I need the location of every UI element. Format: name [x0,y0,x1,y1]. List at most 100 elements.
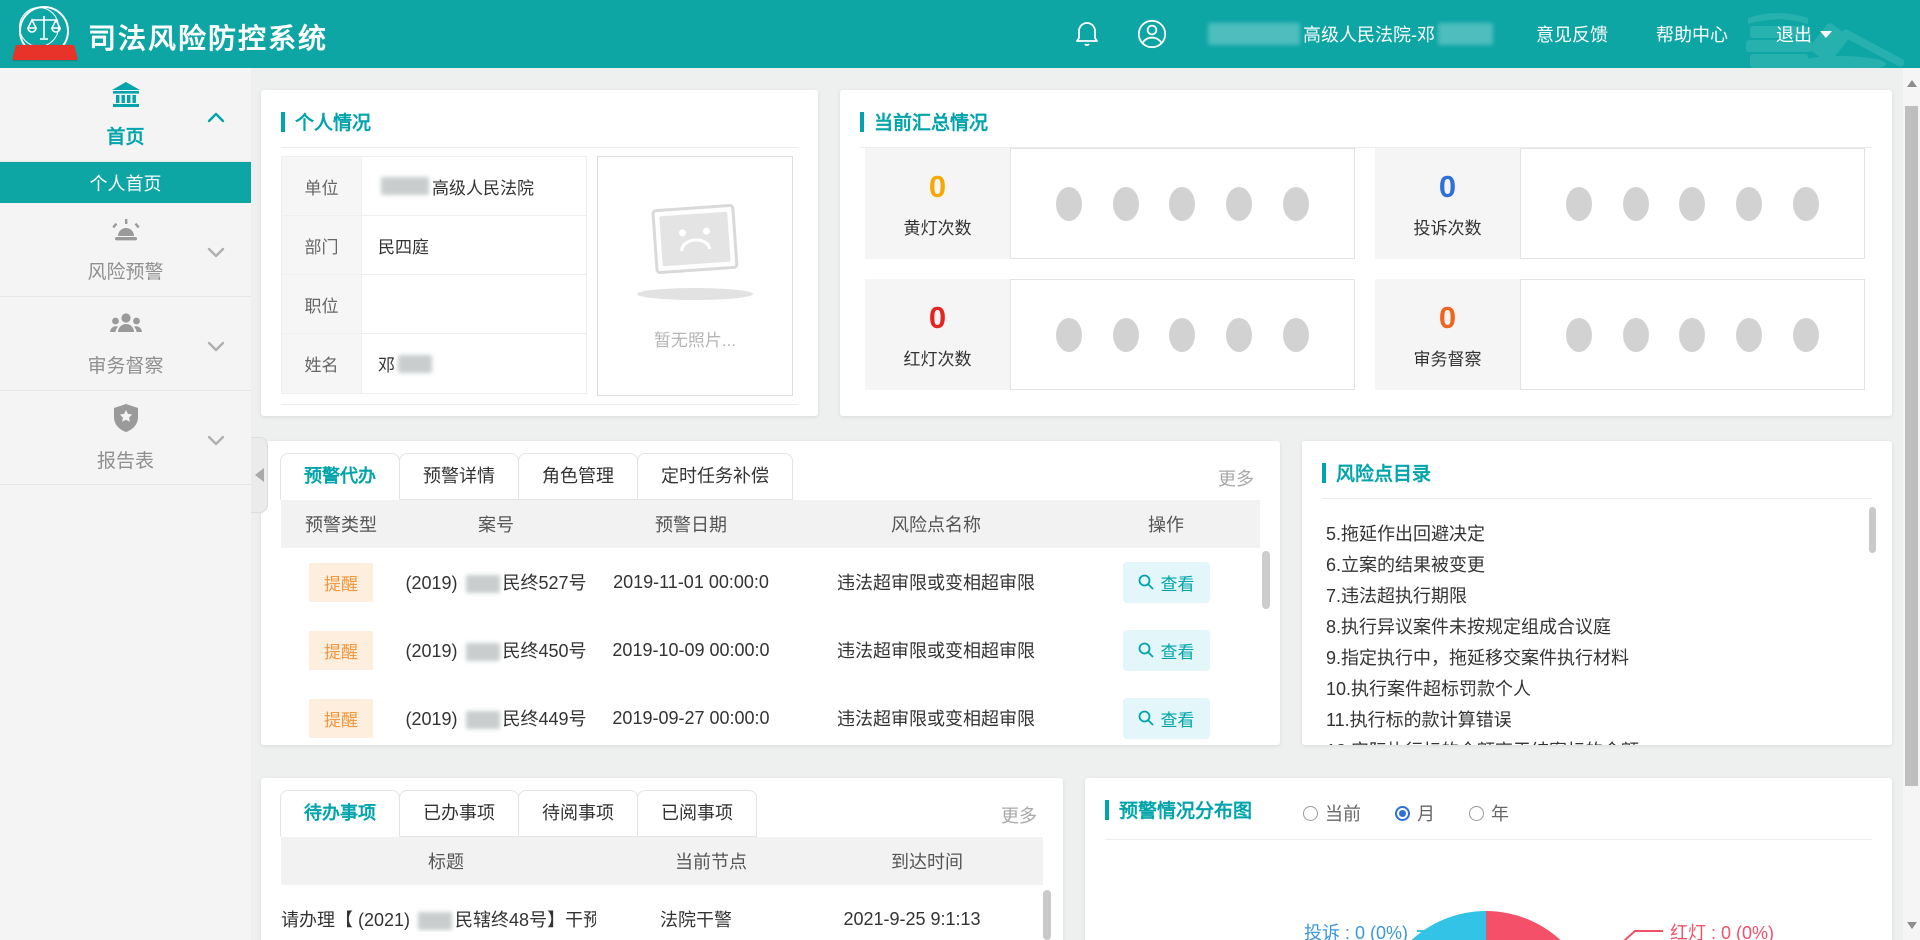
period-radio-年[interactable]: 年 [1469,800,1509,826]
account-name[interactable]: 高级人民法院-邓 [1205,21,1496,47]
todo-tab[interactable]: 已阅事项 [637,790,757,837]
user-avatar-icon[interactable] [1137,19,1167,49]
sidebar-item-home[interactable]: 首页 [0,68,251,162]
risk-directory-card: 风险点目录 5.拖延作出回避决定6.立案的结果被变更7.违法超执行期限8.执行异… [1302,441,1892,745]
radio-label: 当前 [1325,800,1361,826]
placeholder-dot [1679,187,1705,221]
stat-block: 0审务督察 [1375,279,1865,390]
warning-type-cell: 提醒 [281,563,401,602]
column-header: 风险点名称 [791,511,1081,537]
view-button[interactable]: 查看 [1123,630,1210,671]
no-photo-text: 暂无照片... [654,326,736,351]
placeholder-dot [1113,187,1139,221]
placeholder-dot [1113,318,1139,352]
redacted-text [1438,23,1493,45]
remind-badge: 提醒 [309,631,373,670]
todo-tab[interactable]: 已办事项 [399,790,519,837]
risk-directory-item[interactable]: 8.执行异议案件未按规定组成合议庭 [1326,612,1866,643]
stat-name: 投诉次数 [1414,214,1482,239]
scroll-up-arrow[interactable] [1903,74,1920,92]
pie-leader-line-right [1603,921,1665,940]
redacted-text [466,575,500,593]
remind-badge: 提醒 [309,563,373,602]
risk-directory-item[interactable]: 5.拖延作出回避决定 [1326,519,1866,550]
risk-directory-item[interactable]: 9.指定执行中，拖延移交案件执行材料 [1326,643,1866,674]
warning-table-row: 提醒(2019) 民终449号2019-09-27 00:00:0违法超审限或变… [281,684,1251,745]
warning-tab[interactable]: 预警代办 [280,453,400,500]
personal-info-row: 职位 [282,275,586,334]
pie-label-redlight: 红灯 : 0 (0%) [1670,919,1774,940]
placeholder-dot [1623,187,1649,221]
stat-dots-box [1010,148,1355,259]
stat-name: 审务督察 [1414,345,1482,370]
todo-tab[interactable]: 待阅事项 [518,790,638,837]
todo-more-link[interactable]: 更多 [1001,802,1037,828]
warning-table-scrollbar[interactable] [1262,551,1270,609]
risk-name-cell: 违法超审限或变相超审限 [791,705,1081,731]
help-center-link[interactable]: 帮助中心 [1656,21,1728,47]
period-radio-月[interactable]: 月 [1395,800,1435,826]
stat-dots-box [1010,279,1355,390]
column-header: 预警日期 [591,511,791,537]
warning-tab[interactable]: 预警详情 [399,453,519,500]
pie-leader-line-left [1415,921,1475,940]
sidebar-item-label: 风险预警 [87,257,163,284]
stat-block: 0红灯次数 [865,279,1355,390]
field-value: 高级人民法院 [362,157,586,215]
radio-label: 月 [1417,800,1435,826]
sidebar-item-label: 报告表 [97,446,154,473]
risk-directory-item[interactable]: 11.执行标的款计算错误 [1326,705,1866,736]
todo-tab[interactable]: 待办事项 [280,790,400,837]
sidebar-item-label: 审务督察 [87,351,163,378]
stat-dots-box [1520,148,1865,259]
warning-date-cell: 2019-10-09 00:00:0 [591,640,791,661]
todo-panel-card: 待办事项已办事项待阅事项已阅事项 更多 标题当前节点到达时间 请办理【 (202… [261,778,1063,940]
stat-dots-box [1520,279,1865,390]
risk-directory-item[interactable]: 6.立案的结果被变更 [1326,550,1866,581]
placeholder-dot [1566,187,1592,221]
personal-info-row: 单位高级人民法院 [282,157,586,216]
risk-name-cell: 违法超审限或变相超审限 [791,569,1081,595]
logout-button[interactable]: 退出 [1776,21,1832,47]
risk-directory-item[interactable]: 12.实际执行标的全额高于结案标的金额 [1326,736,1866,745]
pie-label-complaint: 投诉 : 0 (0%) [1304,919,1408,940]
placeholder-dot [1793,318,1819,352]
todo-table-scrollbar[interactable] [1043,890,1051,940]
warning-more-link[interactable]: 更多 [1218,465,1254,491]
todo-tabstrip: 待办事项已办事项待阅事项已阅事项 [281,790,757,837]
stat-block: 0投诉次数 [1375,148,1865,259]
sidebar-item-risk-warning[interactable]: 风险预警 [0,203,251,297]
sidebar-collapse-handle[interactable] [251,437,268,513]
warning-tab[interactable]: 角色管理 [518,453,638,500]
view-button[interactable]: 查看 [1123,562,1210,603]
todo-node-cell: 法院干警 [596,906,796,932]
view-button[interactable]: 查看 [1123,698,1210,739]
app-title: 司法风险防控系统 [88,17,328,57]
notification-bell-icon[interactable] [1075,20,1099,48]
page-scrollbar[interactable] [1903,68,1920,940]
redacted-text [381,177,429,195]
sidebar-item-report[interactable]: 报告表 [0,391,251,485]
period-options: 当前 月 年 [1303,800,1509,826]
sidebar-item-trial-supervision[interactable]: 审务督察 [0,297,251,391]
warning-type-cell: 提醒 [281,699,401,738]
scales-of-justice-icon [27,14,61,44]
people-icon [109,310,143,343]
magnifier-icon [1138,642,1154,658]
period-radio-当前[interactable]: 当前 [1303,800,1361,826]
scrollbar-thumb[interactable] [1905,106,1918,786]
risk-directory-item[interactable]: 7.违法超执行期限 [1326,581,1866,612]
scroll-down-arrow[interactable] [1903,916,1920,934]
todo-table-row: 请办理【 (2021) 民辖终48号】干预法院干警2021-9-25 9:1:1… [281,885,1028,940]
risk-directory-item[interactable]: 10.执行案件超标罚款个人 [1326,674,1866,705]
warning-tab[interactable]: 定时任务补偿 [637,453,793,500]
radio-icon [1303,806,1318,821]
field-value [362,275,586,333]
feedback-link[interactable]: 意见反馈 [1536,21,1608,47]
chevron-down-icon [1820,31,1832,38]
todo-title-cell: 请办理【 (2021) 民辖终48号】干预 [281,906,596,932]
redacted-text [1208,23,1300,45]
sidebar-subitem-personal-home[interactable]: 个人首页 [0,162,251,203]
risk-list-scrollbar[interactable] [1869,507,1876,553]
distribution-chart-card: 预警情况分布图 当前月年 投诉 : 0 (0%) 红灯 : 0 (0%) [1085,778,1892,940]
